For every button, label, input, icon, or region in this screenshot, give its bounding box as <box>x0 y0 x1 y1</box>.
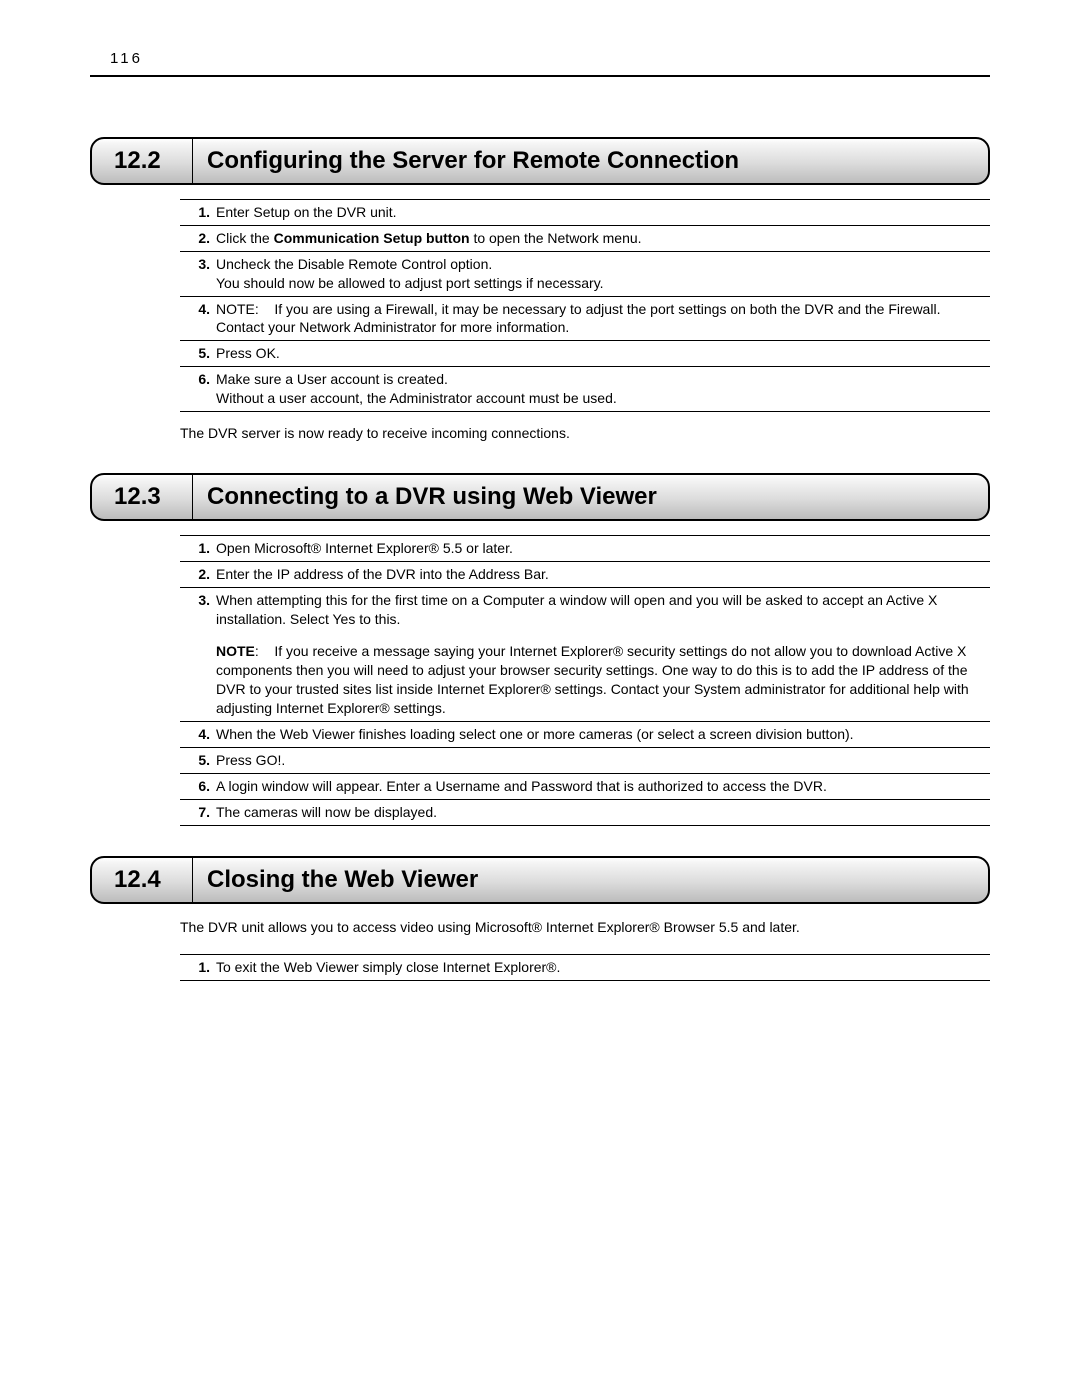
step-number: 5. <box>182 751 216 770</box>
step-row: 1.Open Microsoft® Internet Explorer® 5.5… <box>180 536 990 562</box>
section: 12.2Configuring the Server for Remote Co… <box>90 137 990 443</box>
section-after-text: The DVR server is now ready to receive i… <box>180 424 990 443</box>
step-text: Enter Setup on the DVR unit. <box>216 203 988 222</box>
step-row: 3.When attempting this for the first tim… <box>180 588 990 722</box>
step-row: 5.Press GO!. <box>180 748 990 774</box>
step-row: 1.To exit the Web Viewer simply close In… <box>180 955 990 981</box>
section-intro-text: The DVR unit allows you to access video … <box>180 918 990 937</box>
steps-list: 1.To exit the Web Viewer simply close In… <box>180 954 990 981</box>
step-number: 4. <box>182 300 216 338</box>
header-rule <box>90 75 990 77</box>
section-body: 1.Open Microsoft® Internet Explorer® 5.5… <box>180 535 990 826</box>
step-number: 1. <box>182 203 216 222</box>
page-number: 116 <box>110 50 990 67</box>
section-number: 12.3 <box>92 475 193 519</box>
section-header: 12.2Configuring the Server for Remote Co… <box>90 137 990 185</box>
step-row: 3.Uncheck the Disable Remote Control opt… <box>180 252 990 297</box>
step-row: 6.Make sure a User account is created.Wi… <box>180 367 990 412</box>
step-number: 5. <box>182 344 216 363</box>
step-number: 2. <box>182 565 216 584</box>
step-text: Uncheck the Disable Remote Control optio… <box>216 255 988 293</box>
page: 116 12.2Configuring the Server for Remot… <box>0 0 1080 1061</box>
step-text: Click the Communication Setup button to … <box>216 229 988 248</box>
step-text: A login window will appear. Enter a User… <box>216 777 988 796</box>
step-number: 4. <box>182 725 216 744</box>
step-number: 1. <box>182 958 216 977</box>
step-row: 7.The cameras will now be displayed. <box>180 800 990 826</box>
step-row: 1.Enter Setup on the DVR unit. <box>180 200 990 226</box>
step-number: 7. <box>182 803 216 822</box>
section-title: Closing the Web Viewer <box>193 858 492 902</box>
step-number: 6. <box>182 777 216 796</box>
step-row: 2.Enter the IP address of the DVR into t… <box>180 562 990 588</box>
step-text: Open Microsoft® Internet Explorer® 5.5 o… <box>216 539 988 558</box>
section: 12.3Connecting to a DVR using Web Viewer… <box>90 473 990 826</box>
step-text: To exit the Web Viewer simply close Inte… <box>216 958 988 977</box>
step-text: Press OK. <box>216 344 988 363</box>
section-body: The DVR unit allows you to access video … <box>180 918 990 982</box>
section: 12.4Closing the Web Viewer The DVR unit a… <box>90 856 990 982</box>
step-number: 3. <box>182 591 216 718</box>
step-number: 3. <box>182 255 216 293</box>
step-text: NOTE: If you are using a Firewall, it ma… <box>216 300 988 338</box>
steps-list: 1.Open Microsoft® Internet Explorer® 5.5… <box>180 535 990 826</box>
step-text: Make sure a User account is created.With… <box>216 370 988 408</box>
step-text: Enter the IP address of the DVR into the… <box>216 565 988 584</box>
step-text: Press GO!. <box>216 751 988 770</box>
step-row: 5.Press OK. <box>180 341 990 367</box>
step-row: 6.A login window will appear. Enter a Us… <box>180 774 990 800</box>
step-text: When the Web Viewer finishes loading sel… <box>216 725 988 744</box>
step-number: 6. <box>182 370 216 408</box>
section-title: Configuring the Server for Remote Connec… <box>193 139 753 183</box>
step-text: The cameras will now be displayed. <box>216 803 988 822</box>
step-row: 4.NOTE: If you are using a Firewall, it … <box>180 297 990 342</box>
section-header: 12.3Connecting to a DVR using Web Viewer <box>90 473 990 521</box>
step-row: 4.When the Web Viewer finishes loading s… <box>180 722 990 748</box>
step-text: When attempting this for the first time … <box>216 591 988 718</box>
section-body: 1.Enter Setup on the DVR unit.2.Click th… <box>180 199 990 443</box>
section-header: 12.4Closing the Web Viewer <box>90 856 990 904</box>
step-row: 2.Click the Communication Setup button t… <box>180 226 990 252</box>
section-number: 12.2 <box>92 139 193 183</box>
steps-list: 1.Enter Setup on the DVR unit.2.Click th… <box>180 199 990 412</box>
section-title: Connecting to a DVR using Web Viewer <box>193 475 671 519</box>
step-number: 1. <box>182 539 216 558</box>
section-number: 12.4 <box>92 858 193 902</box>
step-number: 2. <box>182 229 216 248</box>
